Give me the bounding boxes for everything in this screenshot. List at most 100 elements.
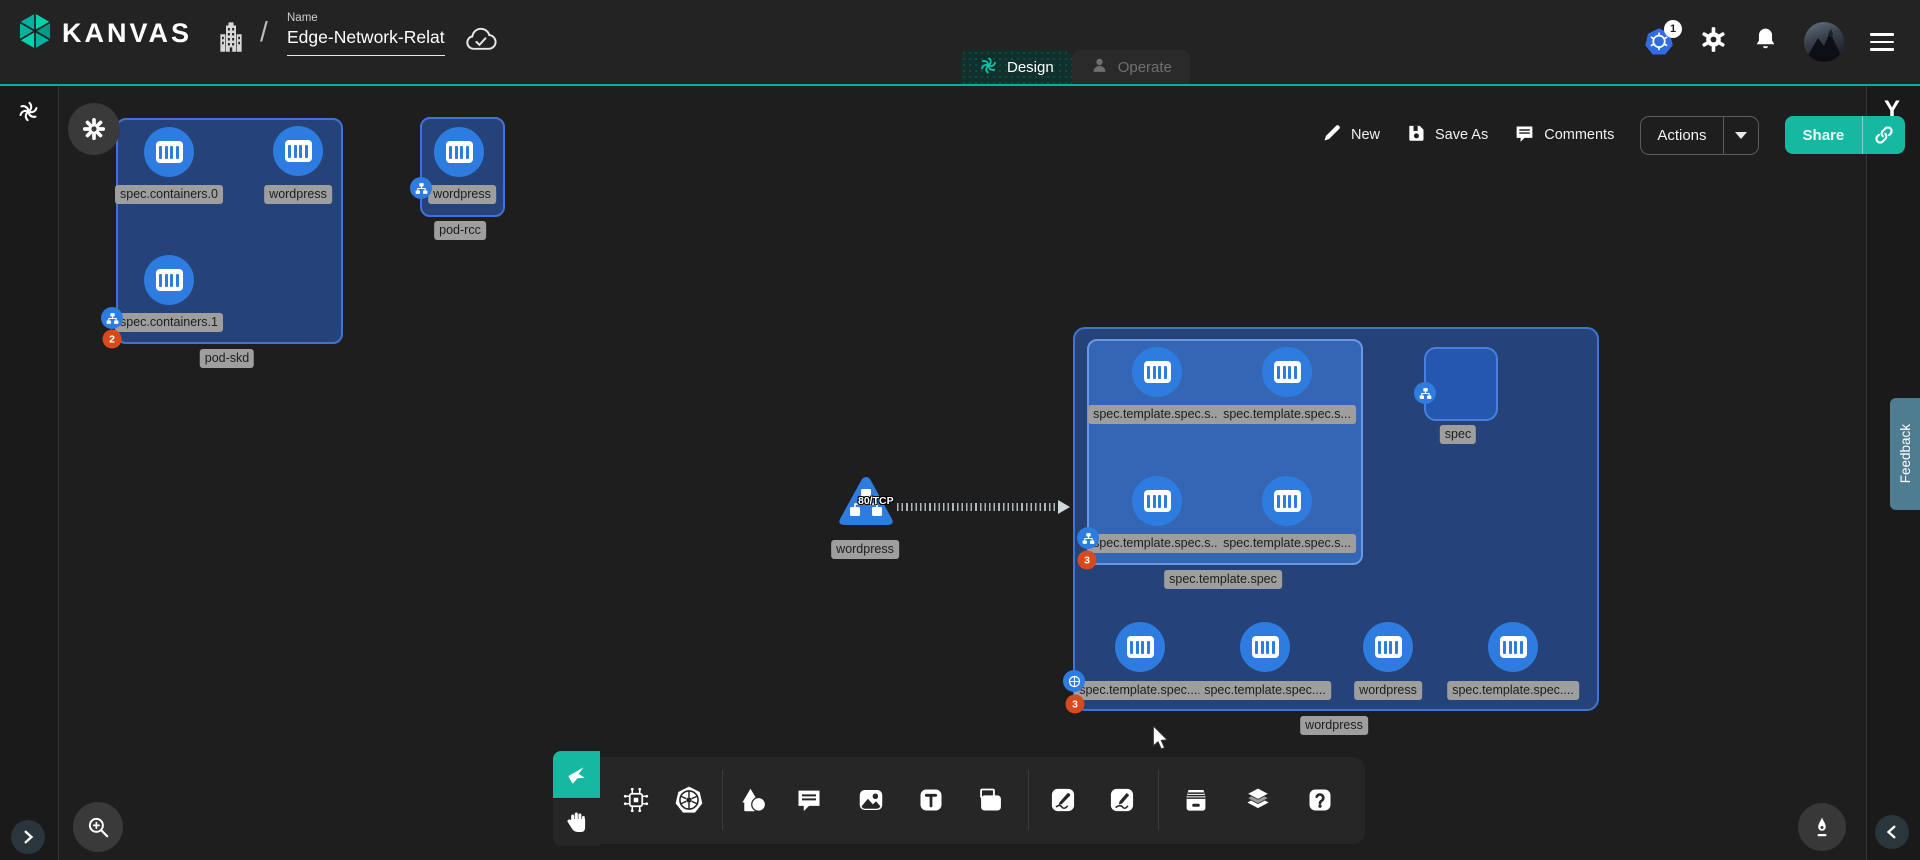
organization-icon[interactable] bbox=[216, 20, 246, 61]
comments-label: Comments bbox=[1544, 127, 1614, 143]
new-pencil-icon bbox=[1322, 123, 1342, 147]
group-label-pod-rcc: pod-rcc bbox=[434, 221, 486, 240]
new-button[interactable]: New bbox=[1322, 123, 1380, 147]
frame-tool-button[interactable] bbox=[969, 778, 1013, 822]
container-node-wordpress-2[interactable] bbox=[434, 127, 484, 177]
copy-link-button[interactable] bbox=[1863, 116, 1905, 154]
design-spiral-icon bbox=[979, 56, 998, 79]
pan-hand-tool-button[interactable] bbox=[553, 799, 600, 846]
node-label: spec.containers.0 bbox=[115, 185, 223, 204]
edge-arrowhead bbox=[1058, 500, 1070, 514]
network-badge[interactable] bbox=[410, 177, 432, 199]
pencil-tool-button[interactable] bbox=[1100, 778, 1144, 822]
tab-indicator-line bbox=[0, 84, 1920, 86]
kanvas-logo-icon bbox=[16, 12, 54, 55]
text-tool-button[interactable] bbox=[909, 778, 953, 822]
archive-drawer-tool-button[interactable] bbox=[1174, 778, 1218, 822]
error-count-badge[interactable]: 2 bbox=[103, 330, 122, 349]
spec-template-spec-group[interactable] bbox=[1087, 339, 1363, 565]
notifications-bell-icon[interactable] bbox=[1753, 26, 1778, 58]
error-count-badge[interactable]: 3 bbox=[1066, 695, 1085, 714]
mode-tabs: Design Operate bbox=[961, 50, 1190, 84]
comment-tool-button[interactable] bbox=[787, 778, 831, 822]
container-icon bbox=[156, 269, 183, 291]
actions-label[interactable]: Actions bbox=[1641, 117, 1722, 154]
menu-hamburger-icon[interactable] bbox=[1870, 33, 1894, 51]
pen-tool-button[interactable] bbox=[1041, 778, 1085, 822]
node-label: wordpress bbox=[264, 185, 332, 204]
container-node-deploy-2[interactable] bbox=[1240, 622, 1290, 672]
expand-left-panel-button[interactable] bbox=[11, 820, 45, 854]
save-as-label: Save As bbox=[1435, 127, 1488, 143]
container-icon bbox=[1252, 636, 1279, 658]
share-label[interactable]: Share bbox=[1785, 116, 1863, 154]
cloud-saved-icon bbox=[464, 24, 498, 59]
caret-down-icon bbox=[1735, 132, 1747, 139]
help-tool-button[interactable] bbox=[1298, 778, 1342, 822]
actions-caret-button[interactable] bbox=[1724, 117, 1758, 154]
name-field-label: Name bbox=[287, 12, 445, 24]
container-node-spec-containers-1[interactable] bbox=[144, 255, 194, 305]
select-tool-button[interactable] bbox=[553, 751, 600, 798]
shapes-tool-button[interactable] bbox=[731, 778, 775, 822]
container-node-template-1[interactable] bbox=[1132, 347, 1182, 397]
pod-badge[interactable] bbox=[1414, 382, 1436, 404]
operate-person-icon bbox=[1090, 56, 1109, 79]
tab-design-label: Design bbox=[1007, 59, 1054, 76]
spec-node[interactable] bbox=[1424, 347, 1498, 421]
kanvas-logo[interactable]: KANVAS bbox=[16, 12, 192, 55]
container-icon bbox=[1274, 490, 1301, 512]
comments-button[interactable]: Comments bbox=[1514, 123, 1614, 148]
group-label-spec-template-spec: spec.template.spec bbox=[1164, 570, 1282, 589]
node-label: spec.template.spec.... bbox=[1447, 681, 1579, 700]
actions-dropdown-button[interactable]: Actions bbox=[1640, 116, 1758, 155]
container-node-template-2[interactable] bbox=[1262, 347, 1312, 397]
toolbar-divider bbox=[1028, 770, 1029, 830]
image-tool-button[interactable] bbox=[849, 778, 893, 822]
container-node-deploy-4[interactable] bbox=[1488, 622, 1538, 672]
container-icon bbox=[1274, 361, 1301, 383]
service-label: wordpress bbox=[831, 540, 899, 559]
design-name-input[interactable]: Edge-Network-Relatio bbox=[287, 27, 445, 56]
feedback-tab[interactable]: Feedback bbox=[1890, 398, 1920, 510]
left-rail bbox=[0, 86, 59, 860]
pen-annotation-button[interactable] bbox=[1798, 803, 1846, 851]
container-icon bbox=[1144, 361, 1171, 383]
network-badge[interactable] bbox=[1077, 527, 1099, 549]
edge-service-to-deployment[interactable] bbox=[897, 503, 1062, 511]
component-chip-tool-button[interactable] bbox=[614, 778, 658, 822]
node-label: spec.template.spec.s... bbox=[1088, 405, 1226, 424]
container-node-spec-containers-0[interactable] bbox=[144, 127, 194, 177]
comments-icon bbox=[1514, 123, 1535, 148]
network-badge[interactable] bbox=[101, 307, 123, 329]
collapse-right-panel-button[interactable] bbox=[1875, 815, 1909, 849]
settings-gear-icon[interactable] bbox=[1700, 26, 1727, 58]
user-avatar[interactable] bbox=[1804, 22, 1844, 62]
node-label: spec.template.spec.s... bbox=[1218, 534, 1356, 553]
canvas-settings-flower-button[interactable] bbox=[68, 103, 120, 155]
container-node-deploy-wordpress[interactable] bbox=[1363, 622, 1413, 672]
container-icon bbox=[156, 141, 183, 163]
container-node-template-4[interactable] bbox=[1262, 476, 1312, 526]
save-as-button[interactable]: Save As bbox=[1406, 123, 1488, 147]
tab-design[interactable]: Design bbox=[961, 50, 1072, 84]
meshery-spinner-icon[interactable] bbox=[17, 100, 40, 128]
group-label-pod-skd: pod-skd bbox=[200, 349, 254, 368]
node-label: wordpress bbox=[428, 185, 496, 204]
layers-tool-button[interactable] bbox=[1236, 778, 1280, 822]
node-label: spec.template.spec.... bbox=[1199, 681, 1331, 700]
container-icon bbox=[1375, 636, 1402, 658]
share-button[interactable]: Share bbox=[1785, 116, 1906, 154]
container-node-template-3[interactable] bbox=[1132, 476, 1182, 526]
design-name-block: Name Edge-Network-Relatio bbox=[287, 12, 445, 56]
deployment-badge[interactable] bbox=[1063, 670, 1085, 692]
error-count-badge[interactable]: 3 bbox=[1078, 551, 1097, 570]
container-node-deploy-1[interactable] bbox=[1115, 622, 1165, 672]
container-node-wordpress-1[interactable] bbox=[273, 126, 323, 176]
kubernetes-tool-button[interactable] bbox=[667, 778, 711, 822]
tab-operate[interactable]: Operate bbox=[1072, 50, 1190, 84]
zoom-search-button[interactable] bbox=[73, 802, 123, 852]
feedback-label: Feedback bbox=[1898, 424, 1913, 483]
toolbar-divider bbox=[1158, 770, 1159, 830]
kubernetes-context-button[interactable]: 1 bbox=[1644, 27, 1674, 57]
